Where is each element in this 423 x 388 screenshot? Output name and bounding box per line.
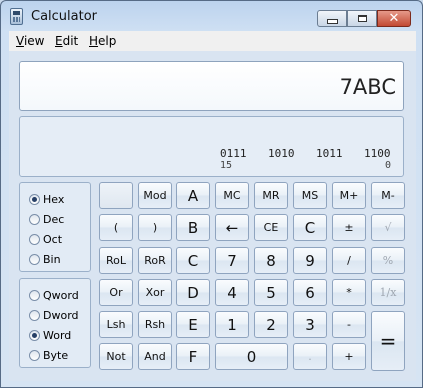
menu-edit[interactable]: Edit [55,34,78,48]
key-ms-button[interactable]: MS [293,182,327,209]
key-mc-button[interactable]: MC [215,182,249,209]
key-backspace-button[interactable]: ← [215,214,249,241]
radio-label: Bin [43,252,61,266]
close-icon: ✕ [388,11,400,26]
key-multiply-button[interactable]: * [332,279,366,306]
key-or-button[interactable]: Or [99,279,133,306]
radio-oct[interactable]: Oct [29,231,62,247]
key-c-button[interactable]: C [293,214,327,241]
title-bar[interactable]: Calculator ✕ [1,1,422,31]
bit-group: 1011 [316,147,343,160]
menu-view[interactable]: View [16,34,44,48]
key-blank-button[interactable] [99,182,133,209]
bit-index: 15 [220,160,233,171]
radio-dot [29,329,40,341]
bit-display: 0111 15 1010 1011 1100 0 [19,116,404,177]
key-5-button[interactable]: 5 [254,279,288,306]
key-d-button[interactable]: D [176,279,210,306]
key-6-button[interactable]: 6 [293,279,327,306]
maximize-button[interactable] [347,10,377,27]
radio-qword[interactable]: Qword [29,287,79,303]
bit-index: 0 [385,160,392,171]
radio-label: Byte [43,348,69,362]
key-not-button[interactable]: Not [99,343,133,370]
key-sqrt-button[interactable]: √ [371,214,405,241]
key-divide-button[interactable]: / [332,247,366,274]
menu-bar: View Edit Help [9,31,416,52]
radio-label: Hex [43,192,65,206]
key-and-button[interactable]: And [138,343,172,370]
bit-group: 1010 [268,147,295,160]
display-value: 7ABC [339,75,396,99]
key-0-button[interactable]: 0 [215,343,288,370]
key-ce-button[interactable]: CE [254,214,288,241]
calculator-body: 7ABC 0111 15 1010 1011 1100 0 Hex Dec Oc… [9,51,416,381]
minimize-button[interactable] [317,10,347,27]
radio-hex[interactable]: Hex [29,191,64,207]
radio-bin[interactable]: Bin [29,251,61,267]
result-display: 7ABC [19,61,404,111]
key-9-button[interactable]: 9 [293,247,327,274]
key-rol-button[interactable]: RoL [99,247,133,274]
radio-dec[interactable]: Dec [29,211,64,227]
key-7-button[interactable]: 7 [215,247,249,274]
key-e-button[interactable]: E [176,311,210,338]
calculator-window: Calculator ✕ View Edit Help 7ABC 0111 15… [0,0,423,388]
key-mr-button[interactable]: MR [254,182,288,209]
radix-panel: Hex Dec Oct Bin [19,182,91,272]
radio-dot [29,349,40,361]
bit-group: 1100 [364,147,391,160]
key-mod-button[interactable]: Mod [138,182,172,209]
key-decimal-button[interactable]: . [293,343,327,370]
key-equals-button[interactable]: = [371,311,405,371]
radio-byte[interactable]: Byte [29,347,68,363]
key-m-minus-button[interactable]: M- [371,182,405,209]
key-xor-button[interactable]: Xor [138,279,172,306]
close-button[interactable]: ✕ [377,10,411,27]
maximize-icon [357,15,367,22]
key-ror-button[interactable]: RoR [138,247,172,274]
radio-label: Oct [43,232,63,246]
key-2-button[interactable]: 2 [254,311,288,338]
radio-label: Dec [43,212,65,226]
key-a-button[interactable]: A [176,182,210,209]
key-m-plus-button[interactable]: M+ [332,182,366,209]
window-title: Calculator [31,9,98,24]
radio-label: Dword [43,308,79,322]
key-minus-button[interactable]: - [332,311,366,338]
key-plus-button[interactable]: + [332,343,366,370]
key-reciprocal-button[interactable]: 1/x [371,279,405,306]
key-plus-minus-button[interactable]: ± [332,214,366,241]
key-percent-button[interactable]: % [371,247,405,274]
key-3-button[interactable]: 3 [293,311,327,338]
key-c-button[interactable]: C [176,247,210,274]
radio-dot [29,193,40,205]
key-8-button[interactable]: 8 [254,247,288,274]
bit-group: 0111 [220,147,247,160]
menu-help[interactable]: Help [89,34,116,48]
key-close-paren-button[interactable]: ) [138,214,172,241]
radio-dot [29,309,40,321]
key-4-button[interactable]: 4 [215,279,249,306]
radio-dot [29,289,40,301]
radio-label: Qword [43,288,79,302]
key-b-button[interactable]: B [176,214,210,241]
radio-word[interactable]: Word [29,327,71,343]
key-rsh-button[interactable]: Rsh [138,311,172,338]
word-size-panel: Qword Dword Word Byte [19,278,91,368]
key-lsh-button[interactable]: Lsh [99,311,133,338]
calculator-icon[interactable] [10,8,23,25]
radio-dot [29,253,40,265]
minimize-icon [326,19,338,24]
key-open-paren-button[interactable]: ( [99,214,133,241]
radio-label: Word [43,328,72,342]
radio-dot [29,233,40,245]
radio-dword[interactable]: Dword [29,307,79,323]
radio-dot [29,213,40,225]
key-f-button[interactable]: F [176,343,210,370]
key-1-button[interactable]: 1 [215,311,249,338]
